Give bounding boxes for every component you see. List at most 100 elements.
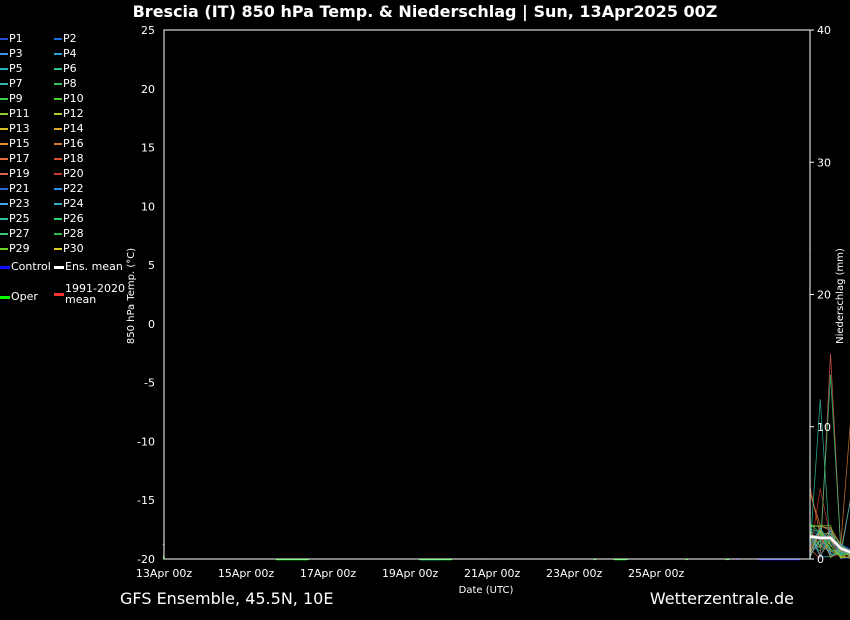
x-tick-label: 21Apr 00z <box>464 567 521 580</box>
y-tick-label: 5 <box>148 259 155 272</box>
legend-item: P10 <box>54 92 84 106</box>
legend-item: P29 <box>0 242 30 256</box>
y2-axis-label: Niederschlag (mm) <box>835 248 846 344</box>
legend-label: P6 <box>63 62 77 75</box>
legend-label: P27 <box>9 227 30 240</box>
plot-frame <box>163 29 811 560</box>
legend-item: P16 <box>54 137 84 151</box>
legend-item: P21 <box>0 182 30 196</box>
legend-item: P17 <box>0 152 30 166</box>
legend-item: P25 <box>0 212 30 226</box>
legend-label: P7 <box>9 77 23 90</box>
legend-swatch <box>54 113 62 115</box>
legend-swatch <box>0 53 8 55</box>
legend-swatch <box>0 188 8 190</box>
legend-label: P5 <box>9 62 23 75</box>
legend-item: P12 <box>54 107 84 121</box>
legend-label: P20 <box>63 167 84 180</box>
legend-swatch <box>54 143 62 145</box>
legend-label: P26 <box>63 212 84 225</box>
legend-label: P28 <box>63 227 84 240</box>
legend-item: P24 <box>54 197 84 211</box>
legend-label: P12 <box>63 107 84 120</box>
legend-item: P7 <box>0 77 23 91</box>
legend-label: P1 <box>9 32 23 45</box>
y2-tick-label: 20 <box>817 289 831 302</box>
legend-swatch <box>54 188 62 190</box>
legend-label: Control <box>11 260 51 273</box>
legend-swatch <box>54 292 64 296</box>
legend-item: Ens. mean <box>54 260 123 274</box>
legend-swatch <box>0 248 8 250</box>
legend-swatch <box>54 233 62 235</box>
legend-label: P15 <box>9 137 30 150</box>
legend-label: P24 <box>63 197 84 210</box>
legend-label: P2 <box>63 32 77 45</box>
y2-tick-label: 10 <box>817 421 831 434</box>
legend-swatch <box>54 158 62 160</box>
y-tick-label: 25 <box>141 24 155 37</box>
y-axis-label: 850 hPa Temp. (°C) <box>126 248 137 344</box>
legend-swatch <box>0 295 10 299</box>
legend-swatch <box>54 265 64 269</box>
legend-item: P23 <box>0 197 30 211</box>
legend-item: P30 <box>54 242 84 256</box>
legend-swatch <box>54 173 62 175</box>
model-info: GFS Ensemble, 45.5N, 10E <box>120 589 334 608</box>
source-credit: Wetterzentrale.de <box>649 589 794 608</box>
legend-item: P20 <box>54 167 84 181</box>
legend-item: P4 <box>54 47 77 61</box>
legend-swatch <box>54 98 62 100</box>
legend-swatch <box>0 158 8 160</box>
legend-swatch <box>54 248 62 250</box>
legend-item: P18 <box>54 152 84 166</box>
y2-tick-label: 0 <box>817 553 824 566</box>
y-tick-label: 10 <box>141 200 155 213</box>
x-tick-label: 25Apr 00z <box>628 567 685 580</box>
legend-item: P14 <box>54 122 84 136</box>
legend-swatch <box>0 173 8 175</box>
legend-label: P16 <box>63 137 84 150</box>
legend-label: P21 <box>9 182 30 195</box>
legend-label: P11 <box>9 107 30 120</box>
y-tick-label: 20 <box>141 83 155 96</box>
legend-item: P6 <box>54 62 77 76</box>
legend-swatch <box>0 143 8 145</box>
legend-label: P14 <box>63 122 84 135</box>
legend-item: P26 <box>54 212 84 226</box>
legend-label: P17 <box>9 152 30 165</box>
legend-swatch <box>0 265 10 269</box>
legend-item: P13 <box>0 122 30 136</box>
legend-swatch <box>54 203 62 205</box>
legend-swatch <box>0 98 8 100</box>
legend-swatch <box>54 128 62 130</box>
legend-swatch <box>0 83 8 85</box>
legend-item: P1 <box>0 32 23 46</box>
legend-label: P18 <box>63 152 84 165</box>
legend-label: P3 <box>9 47 23 60</box>
legend-label: P22 <box>63 182 84 195</box>
x-tick-label: 23Apr 00z <box>546 567 603 580</box>
legend-label: P19 <box>9 167 30 180</box>
legend-label: P4 <box>63 47 77 60</box>
legend-label: P30 <box>63 242 84 255</box>
x-tick-label: 15Apr 00z <box>218 567 275 580</box>
legend-swatch <box>0 233 8 235</box>
legend-item: P27 <box>0 227 30 241</box>
y2-tick-label: 40 <box>817 24 831 37</box>
forecast-chart: 25 20 15 10 5 0 -5 -10 -15 -20 40 30 20 10 0 13Apr 00z 1… <box>126 24 850 596</box>
x-tick-label: 13Apr 00z <box>136 567 193 580</box>
y-tick-label: -20 <box>137 553 155 566</box>
legend-item: 1991-2020 mean <box>54 283 125 305</box>
legend-swatch <box>0 113 8 115</box>
y2-tick-label: 30 <box>817 156 831 169</box>
legend-item: Control <box>0 260 51 274</box>
legend-swatch <box>54 83 62 85</box>
legend-label: P8 <box>63 77 77 90</box>
legend-item: P22 <box>54 182 84 196</box>
legend-swatch <box>54 68 62 70</box>
legend-item: P19 <box>0 167 30 181</box>
legend-label: P23 <box>9 197 30 210</box>
legend-swatch <box>54 218 62 220</box>
legend-item: P15 <box>0 137 30 151</box>
